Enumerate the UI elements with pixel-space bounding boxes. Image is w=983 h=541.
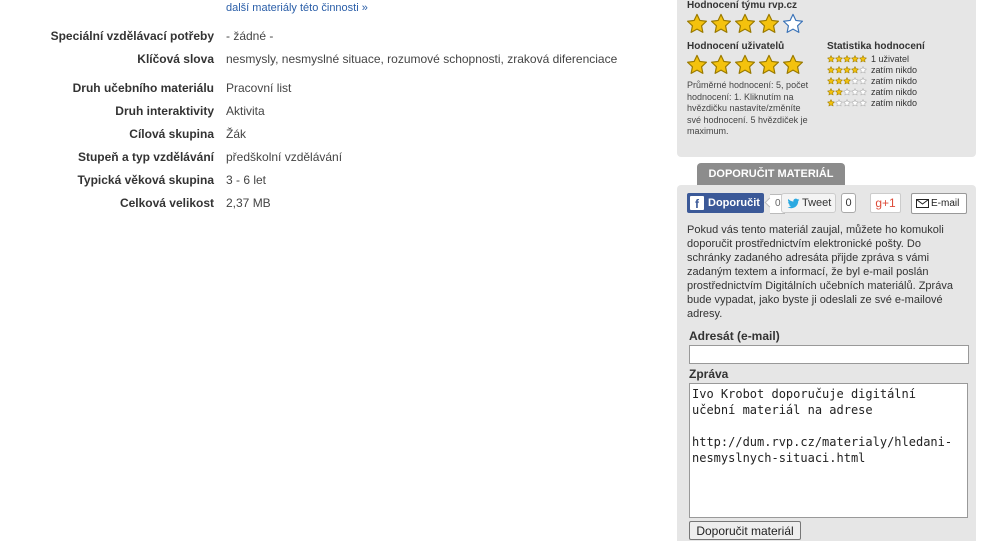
detail-label: Druh učebního materiálu	[72, 81, 214, 95]
star-filled-icon	[835, 87, 843, 95]
detail-value: Pracovní list	[226, 81, 292, 95]
mini-star-rating	[827, 65, 867, 74]
detail-value: 2,37 MB	[226, 196, 271, 210]
tweet-button[interactable]: Tweet	[781, 193, 836, 213]
recommend-panel: f Doporučit 0 Tweet 0 g+1 E-mail Pokud v…	[677, 185, 976, 541]
detail-label: Cílová skupina	[129, 127, 214, 141]
rating-stat-text: zatím nikdo	[871, 86, 918, 97]
tab-recommend-material[interactable]: DOPORUČIT MATERIÁL	[697, 163, 845, 186]
star-filled-icon	[835, 54, 843, 62]
star-filled-icon[interactable]	[782, 54, 804, 76]
more-materials-link[interactable]: další materiály této činnosti »	[226, 2, 368, 14]
email-button-label: E-mail	[931, 198, 960, 209]
detail-label: Stupeň a typ vzdělávání	[77, 150, 214, 164]
rating-stat-row: zatím nikdo	[827, 97, 917, 108]
star-filled-icon	[843, 54, 851, 62]
facebook-recommend-button[interactable]: f Doporučit	[687, 193, 764, 213]
rating-stat-text: zatím nikdo	[871, 64, 918, 75]
user-rating-note: Průměrné hodnocení: 5, počet hodnocení: …	[687, 80, 809, 137]
rating-stat-text: 1 uživatel	[871, 53, 910, 64]
rating-stat-text: zatím nikdo	[871, 75, 918, 86]
star-filled-icon	[710, 13, 732, 33]
message-textarea[interactable]	[689, 383, 968, 518]
detail-label: Typická věková skupina	[77, 173, 214, 187]
team-rating-title: Hodnocení týmu rvp.cz	[687, 0, 798, 11]
rating-stat-row: zatím nikdo	[827, 86, 917, 97]
star-empty-icon	[851, 87, 859, 95]
rating-stats-title: Statistika hodnocení	[827, 41, 925, 52]
detail-value: předškolní vzdělávání	[226, 150, 343, 164]
mini-star-rating	[827, 54, 867, 63]
detail-value: - žádné -	[226, 29, 274, 43]
detail-value: Žák	[226, 127, 247, 141]
google-plus-button[interactable]: g+1	[870, 193, 901, 213]
user-rating-title: Hodnocení uživatelů	[687, 41, 785, 52]
star-filled-icon	[686, 13, 708, 33]
star-filled-icon	[851, 54, 859, 62]
detail-label: Speciální vzdělávací potřeby	[50, 29, 214, 43]
star-filled-icon[interactable]	[686, 54, 708, 76]
rating-stat-row: 1 uživatel	[827, 53, 917, 64]
star-empty-icon	[835, 98, 843, 106]
detail-value: 3 - 6 let	[226, 173, 267, 187]
facebook-button-label: Doporučit	[708, 197, 760, 209]
detail-value: nesmysly, nesmyslné situace, rozumové sc…	[226, 52, 618, 66]
star-filled-icon	[827, 54, 835, 62]
user-rating-stars[interactable]	[686, 54, 804, 76]
rating-stats-list: 1 uživatel zatím nikdo zatím nikdo zatím…	[827, 53, 917, 108]
envelope-icon	[916, 199, 929, 208]
detail-value: Aktivita	[226, 104, 265, 118]
star-filled-icon	[835, 76, 843, 84]
detail-label: Klíčová slova	[137, 52, 214, 66]
star-filled-icon	[827, 65, 835, 73]
twitter-bird-icon	[787, 198, 800, 209]
star-filled-icon	[734, 13, 756, 33]
mini-star-rating	[827, 76, 867, 85]
rating-stat-row: zatím nikdo	[827, 75, 917, 86]
rating-stat-text: zatím nikdo	[871, 97, 918, 108]
star-filled-icon[interactable]	[734, 54, 756, 76]
recommend-description: Pokud vás tento materiál zaujal, můžete …	[687, 224, 953, 320]
star-filled-icon	[827, 98, 835, 106]
recommend-submit-button[interactable]: Doporučit materiál	[689, 521, 801, 540]
star-empty-icon	[859, 87, 867, 95]
star-empty-icon	[859, 98, 867, 106]
recipient-email-label: Adresát (e-mail)	[689, 329, 780, 343]
star-empty-icon	[859, 76, 867, 84]
star-empty-icon	[782, 13, 804, 33]
star-filled-icon	[835, 65, 843, 73]
star-empty-icon	[851, 76, 859, 84]
rating-panel: Hodnocení týmu rvp.cz Hodnocení uživatel…	[677, 0, 976, 157]
message-label: Zpráva	[689, 367, 729, 381]
facebook-icon: f	[690, 196, 704, 211]
star-filled-icon	[859, 54, 867, 62]
star-filled-icon	[827, 87, 835, 95]
detail-label: Celková velikost	[119, 196, 214, 210]
team-rating-stars	[686, 13, 804, 35]
star-empty-icon	[843, 98, 851, 106]
email-share-button[interactable]: E-mail	[911, 193, 967, 214]
star-filled-icon	[851, 65, 859, 73]
star-empty-icon	[859, 65, 867, 73]
star-filled-icon[interactable]	[758, 54, 780, 76]
tweet-count: 0	[841, 193, 856, 213]
star-filled-icon	[827, 76, 835, 84]
star-empty-icon	[843, 87, 851, 95]
star-filled-icon	[843, 76, 851, 84]
rating-stat-row: zatím nikdo	[827, 64, 917, 75]
tweet-button-label: Tweet	[802, 197, 832, 209]
star-filled-icon[interactable]	[710, 54, 732, 76]
mini-star-rating	[827, 87, 867, 96]
star-filled-icon	[843, 65, 851, 73]
recipient-email-input[interactable]	[689, 345, 969, 364]
star-empty-icon	[851, 98, 859, 106]
mini-star-rating	[827, 98, 867, 107]
detail-label: Druh interaktivity	[115, 104, 214, 118]
star-filled-icon	[758, 13, 780, 33]
